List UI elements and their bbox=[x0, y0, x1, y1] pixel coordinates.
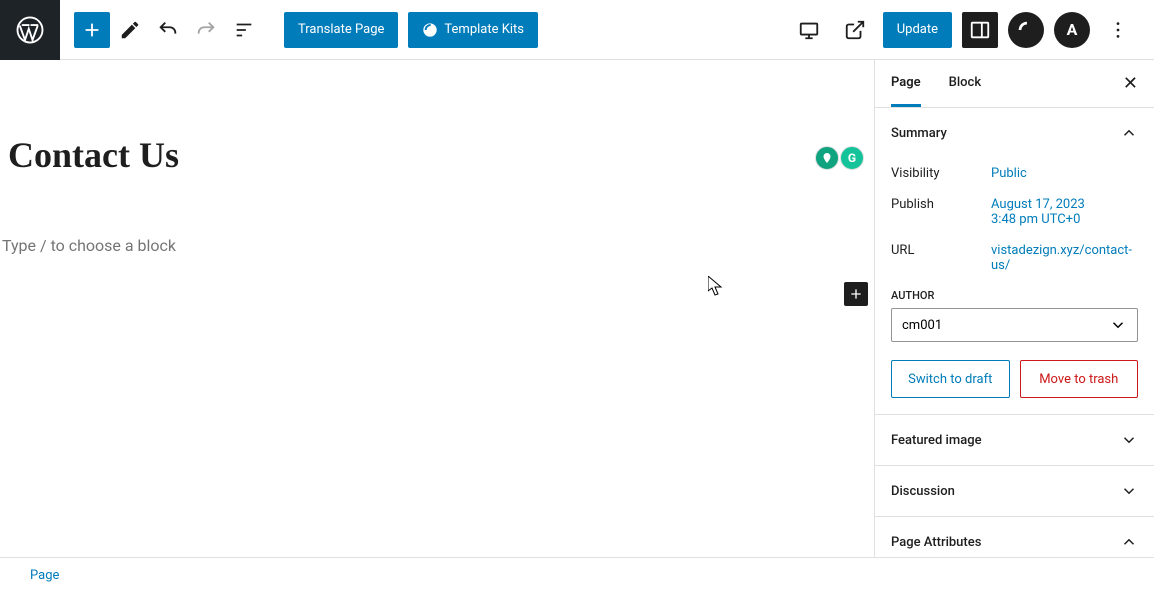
author-label: AUTHOR bbox=[891, 289, 1138, 302]
chevron-down-icon bbox=[1120, 482, 1138, 500]
add-block-inline-button[interactable] bbox=[844, 282, 868, 306]
close-sidebar-button[interactable]: ✕ bbox=[1123, 73, 1138, 94]
wordpress-logo[interactable] bbox=[0, 0, 60, 60]
discussion-header[interactable]: Discussion bbox=[875, 466, 1154, 516]
tab-page[interactable]: Page bbox=[891, 61, 921, 107]
translate-page-button[interactable]: Translate Page bbox=[284, 12, 398, 48]
page-attributes-title: Page Attributes bbox=[891, 535, 981, 550]
list-view-button[interactable] bbox=[226, 12, 262, 48]
sidebar-tabs: Page Block ✕ bbox=[875, 60, 1154, 108]
author-value: cm001 bbox=[902, 318, 942, 333]
move-to-trash-button[interactable]: Move to trash bbox=[1020, 360, 1139, 398]
redo-button[interactable] bbox=[188, 12, 224, 48]
grammarly-icon[interactable]: G bbox=[840, 146, 864, 170]
extension-badges: G bbox=[815, 146, 864, 170]
summary-panel: Summary Visibility Public Publish August… bbox=[875, 108, 1154, 415]
speed-icon[interactable] bbox=[1008, 12, 1044, 48]
template-kits-button[interactable]: Template Kits bbox=[408, 12, 538, 48]
page-attributes-header[interactable]: Page Attributes bbox=[875, 517, 1154, 557]
chevron-down-icon bbox=[1120, 431, 1138, 449]
external-link-icon[interactable] bbox=[837, 12, 873, 48]
chevron-up-icon bbox=[1120, 124, 1138, 142]
visibility-label: Visibility bbox=[891, 166, 991, 181]
edit-icon[interactable] bbox=[112, 12, 148, 48]
switch-to-draft-button[interactable]: Switch to draft bbox=[891, 360, 1010, 398]
template-kits-label: Template Kits bbox=[444, 22, 524, 37]
tab-block[interactable]: Block bbox=[949, 61, 981, 107]
update-button[interactable]: Update bbox=[883, 12, 952, 48]
topbar: Translate Page Template Kits Update A bbox=[0, 0, 1154, 60]
settings-sidebar: Page Block ✕ Summary Visibility Public P… bbox=[874, 60, 1154, 557]
add-block-button[interactable] bbox=[74, 12, 110, 48]
chevron-down-icon bbox=[1109, 316, 1127, 334]
chevron-up-icon bbox=[1120, 533, 1138, 551]
publish-label: Publish bbox=[891, 197, 991, 227]
block-placeholder[interactable]: Type / to choose a block bbox=[0, 176, 874, 255]
featured-image-panel: Featured image bbox=[875, 415, 1154, 466]
sidebar-toggle-button[interactable] bbox=[962, 12, 998, 48]
publish-value[interactable]: August 17, 20233:48 pm UTC+0 bbox=[991, 197, 1085, 227]
summary-title: Summary bbox=[891, 126, 947, 141]
undo-button[interactable] bbox=[150, 12, 186, 48]
visibility-value[interactable]: Public bbox=[991, 166, 1027, 181]
astra-icon[interactable]: A bbox=[1054, 12, 1090, 48]
desktop-view-icon[interactable] bbox=[791, 12, 827, 48]
yoast-icon[interactable] bbox=[815, 146, 839, 170]
discussion-title: Discussion bbox=[891, 484, 955, 499]
featured-image-header[interactable]: Featured image bbox=[875, 415, 1154, 465]
author-select[interactable]: cm001 bbox=[891, 308, 1138, 342]
footer-breadcrumb: Page bbox=[0, 557, 1154, 593]
editor-canvas: Contact Us Type / to choose a block bbox=[0, 60, 874, 557]
url-value[interactable]: vistadezign.xyz/contact-us/ bbox=[991, 243, 1132, 273]
toolbar-left: Translate Page Template Kits bbox=[60, 12, 538, 48]
url-label: URL bbox=[891, 243, 991, 273]
toolbar-right: Update A bbox=[791, 12, 1154, 48]
more-options-button[interactable] bbox=[1100, 12, 1136, 48]
page-attributes-panel: Page Attributes bbox=[875, 517, 1154, 557]
featured-image-title: Featured image bbox=[891, 433, 982, 448]
breadcrumb-page[interactable]: Page bbox=[30, 568, 59, 583]
page-title[interactable]: Contact Us bbox=[0, 60, 874, 176]
summary-panel-header[interactable]: Summary bbox=[875, 108, 1154, 158]
discussion-panel: Discussion bbox=[875, 466, 1154, 517]
